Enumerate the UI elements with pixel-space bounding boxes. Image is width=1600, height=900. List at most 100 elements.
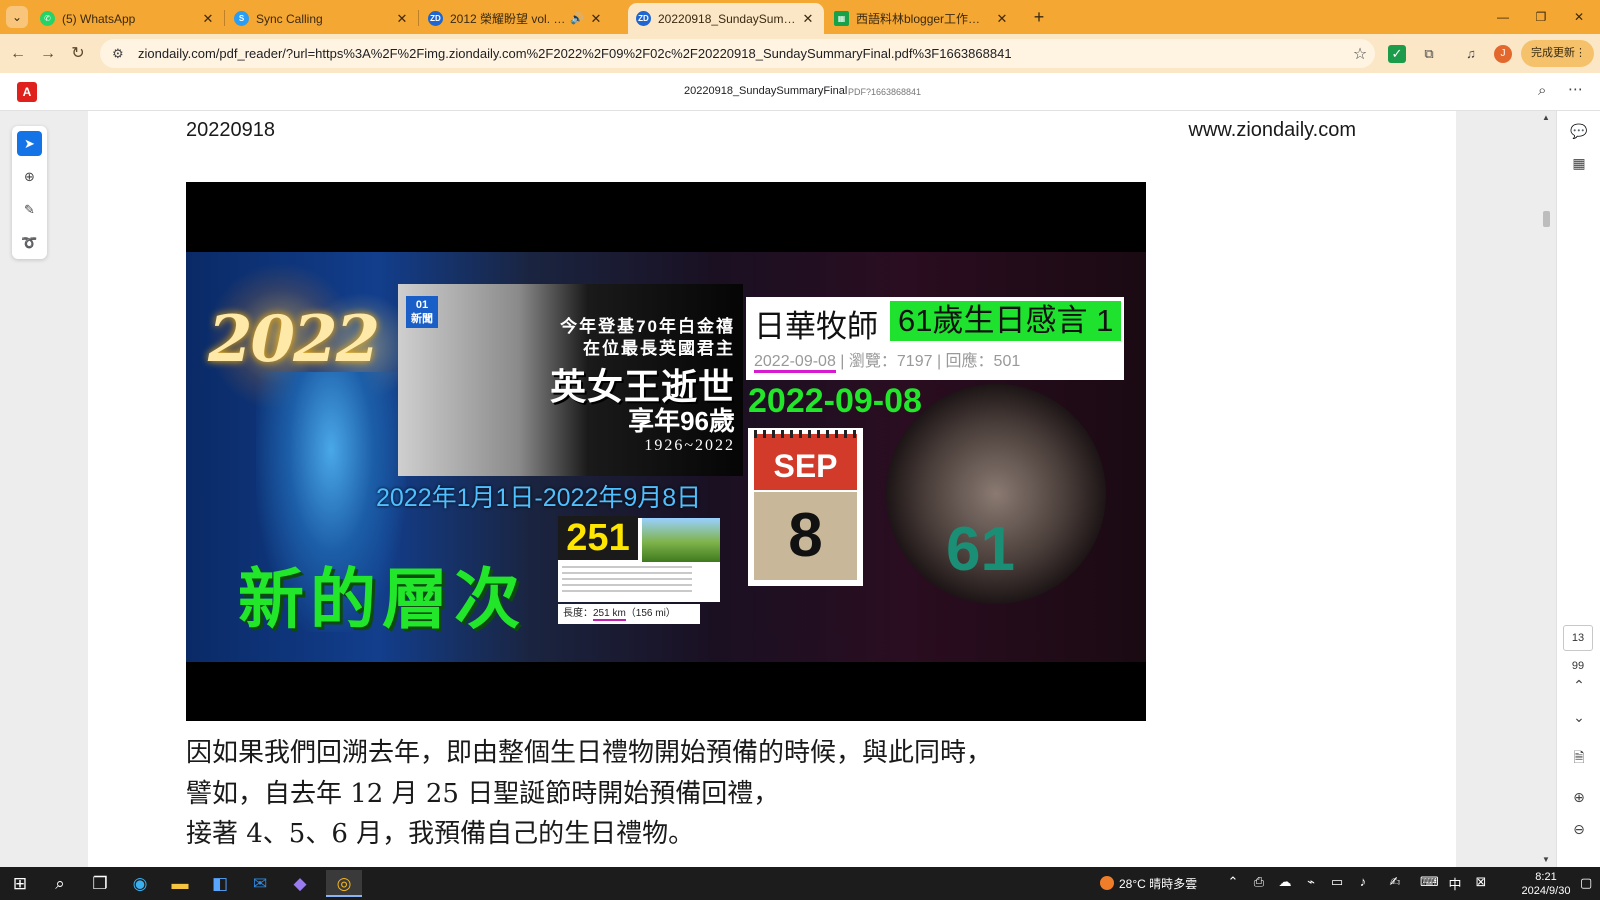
highlight-pen-icon[interactable]: ✎ [17,197,42,222]
task-view-icon[interactable]: ❐ [82,870,118,897]
comment-zoom-icon[interactable]: ⊕ [17,164,42,189]
whatsapp-favicon-icon: ✆ [40,11,55,26]
keyboard-layout-icon[interactable]: ⌨ [1420,874,1439,890]
tab-close-icon[interactable]: ✕ [994,11,1010,27]
tab-title: 20220918_SundaySummaryFi [658,11,796,26]
system-clock[interactable]: 8:21 2024/9/30 [1516,870,1576,898]
search-icon[interactable]: ⌕ [1538,82,1546,99]
birthday-post-date: 2022-09-08 [754,353,836,373]
ime-mode-icon[interactable]: ⊠ [1472,874,1490,890]
mail-icon[interactable]: ✉ [242,870,278,897]
pdf-page: 20220918 www.ziondaily.com 2022 01 新聞 今年… [88,111,1456,867]
new-level-title: 新的層次 [238,562,526,636]
comment-icon[interactable]: 💬 [1567,119,1591,143]
vertical-scrollbar[interactable]: ▲ ▼ [1540,111,1554,867]
acrobat-logo-icon: A [17,82,37,102]
scrollbar-thumb[interactable] [1543,211,1550,227]
bookmark-star-icon[interactable]: ☆ [1345,44,1375,64]
file-explorer-icon[interactable]: ▬ [162,870,198,897]
clock-time: 8:21 [1535,871,1557,883]
meet-now-icon[interactable]: ⎙ [1250,874,1268,890]
edge-browser-icon[interactable]: ◉ [122,870,158,897]
thumbnail-background: 2022 01 新聞 今年登基70年白金禧 在位最長英國君主 英女王逝世 享年9… [186,252,1146,662]
onedrive-cloud-icon[interactable]: ☁ [1276,874,1294,890]
page-header-site: www.ziondaily.com [1188,119,1356,141]
site-settings-icon[interactable]: ⚙ [112,46,130,62]
volume-speaker-icon[interactable]: ♪ [1354,874,1372,889]
url-text[interactable]: ziondaily.com/pdf_reader/?url=https%3A%2… [138,46,1345,61]
scroll-up-arrow-icon[interactable]: ▲ [1542,113,1550,122]
queen-news-panel: 01 新聞 今年登基70年白金禧 在位最長英國君主 英女王逝世 享年96歲 19… [398,284,743,476]
zoom-out-icon[interactable]: ⊖ [1567,817,1591,841]
ziondaily-favicon-icon: ZD [428,11,443,26]
page-header-date: 20220918 [186,119,275,141]
back-arrow-icon[interactable]: ← [6,42,30,66]
number-251-card: 251 [558,516,720,602]
ime-language-indicator[interactable]: 中 [1446,874,1464,893]
address-bar[interactable]: ⚙ ziondaily.com/pdf_reader/?url=https%3A… [100,39,1375,68]
kebab-menu-icon: ⋮ [1575,47,1586,59]
article-text-lines [562,566,692,596]
update-button-label: 完成更新 [1531,47,1575,59]
video-thumbnail-image: 2022 01 新聞 今年登基70年白金禧 在位最長英國君主 英女王逝世 享年9… [186,182,1146,721]
tab-title: Sync Calling [256,11,323,26]
extensions-puzzle-icon[interactable]: ⧉ [1420,45,1438,63]
weather-widget[interactable]: 28°C 晴時多雲 [1100,875,1197,892]
thumbnails-grid-icon[interactable]: ▦ [1567,151,1591,175]
browser-toolbar: ← → ↻ ⚙ ziondaily.com/pdf_reader/?url=ht… [0,34,1600,73]
page-fit-icon[interactable]: 🗎 [1567,745,1591,769]
speaker-icon[interactable]: 🔊 [570,12,584,25]
previous-page-chevron-up-icon[interactable]: ⌃ [1567,673,1591,697]
update-button[interactable]: 完成更新 ⋮ [1521,40,1594,67]
extension-check-icon[interactable]: ✓ [1388,45,1406,63]
reload-icon[interactable]: ↻ [66,42,90,66]
network-icon[interactable]: ▭ [1328,874,1346,890]
paragraph-line: 接著 4、5、6 月，我預備自己的生日禮物。 [186,819,695,849]
date-range-text: 2022年1月1日-2022年9月8日 [376,484,702,512]
tab-close-icon[interactable]: ✕ [394,11,410,27]
profile-avatar[interactable]: J [1494,45,1512,63]
more-options-icon[interactable]: ⋯ [1568,80,1583,98]
tab-title: (5) WhatsApp [62,11,136,26]
tab-ziondaily-vol658[interactable]: ZD 2012 榮耀盼望 vol. 658 — 🔊 ✕ [420,3,612,34]
lasso-draw-icon[interactable]: ➰ [17,230,42,255]
green-date-text: 2022-09-08 [748,382,922,420]
weather-temp: 28°C [1119,877,1146,891]
search-icon[interactable]: ⌕ [42,870,78,897]
length-prefix: 長度： [563,608,593,619]
tab-close-icon[interactable]: ✕ [800,11,816,27]
tab-whatsapp[interactable]: ✆ (5) WhatsApp ✕ [32,3,224,34]
tab-sync-calling[interactable]: S Sync Calling ✕ [226,3,418,34]
new-tab-plus-icon[interactable]: + [1028,6,1050,28]
notification-center-icon[interactable]: ▢ [1580,875,1592,891]
usb-device-icon[interactable]: ⌁ [1302,874,1320,890]
scroll-down-arrow-icon[interactable]: ▼ [1542,855,1550,864]
zoom-in-icon[interactable]: ⊕ [1567,785,1591,809]
news-line-2: 在位最長英國君主 [583,339,735,358]
media-control-icon[interactable]: ♫ [1462,45,1480,63]
number-251: 251 [558,516,638,560]
chrome-browser-icon[interactable]: ◎ [326,870,362,897]
show-hidden-icons-chevron-icon[interactable]: ⌃ [1224,874,1242,890]
document-title: 20220918_SundaySummaryFinal [684,85,848,97]
news-age: 享年96歲 [628,406,735,436]
tab-close-icon[interactable]: ✕ [200,11,216,27]
close-window-icon[interactable]: ✕ [1556,0,1600,34]
ziondaily-favicon-icon: ZD [636,11,651,26]
tab-google-sheets[interactable]: ▦ 西語料林blogger工作流程 - Go ✕ [826,3,1018,34]
paragraph-line: 譬如，自去年 12 月 25 日聖誕節時開始預備回禮， [186,779,780,809]
current-page-input[interactable]: 13 [1563,625,1593,651]
next-page-chevron-down-icon[interactable]: ⌄ [1567,705,1591,729]
tab-search-menu-icon[interactable]: ⌄ [6,6,28,28]
pen-ink-icon[interactable]: ✍ [1386,874,1404,890]
windows-start-icon[interactable]: ⊞ [2,870,38,897]
tab-close-icon[interactable]: ✕ [588,11,604,27]
forward-arrow-icon[interactable]: → [36,42,60,66]
right-side-rail: 💬 ▦ 13 99 ⌃ ⌄ 🗎 ⊕ ⊖ [1556,111,1600,867]
clock-date: 2024/9/30 [1521,885,1571,897]
select-cursor-icon[interactable]: ➤ [17,131,42,156]
copilot-icon[interactable]: ◆ [282,870,318,897]
microsoft-store-icon[interactable]: ◧ [202,870,238,897]
tab-sunday-summary[interactable]: ZD 20220918_SundaySummaryFi ✕ [628,3,824,34]
tab-strip: ⌄ ✆ (5) WhatsApp ✕ S Sync Calling ✕ ZD 2… [0,0,1600,34]
